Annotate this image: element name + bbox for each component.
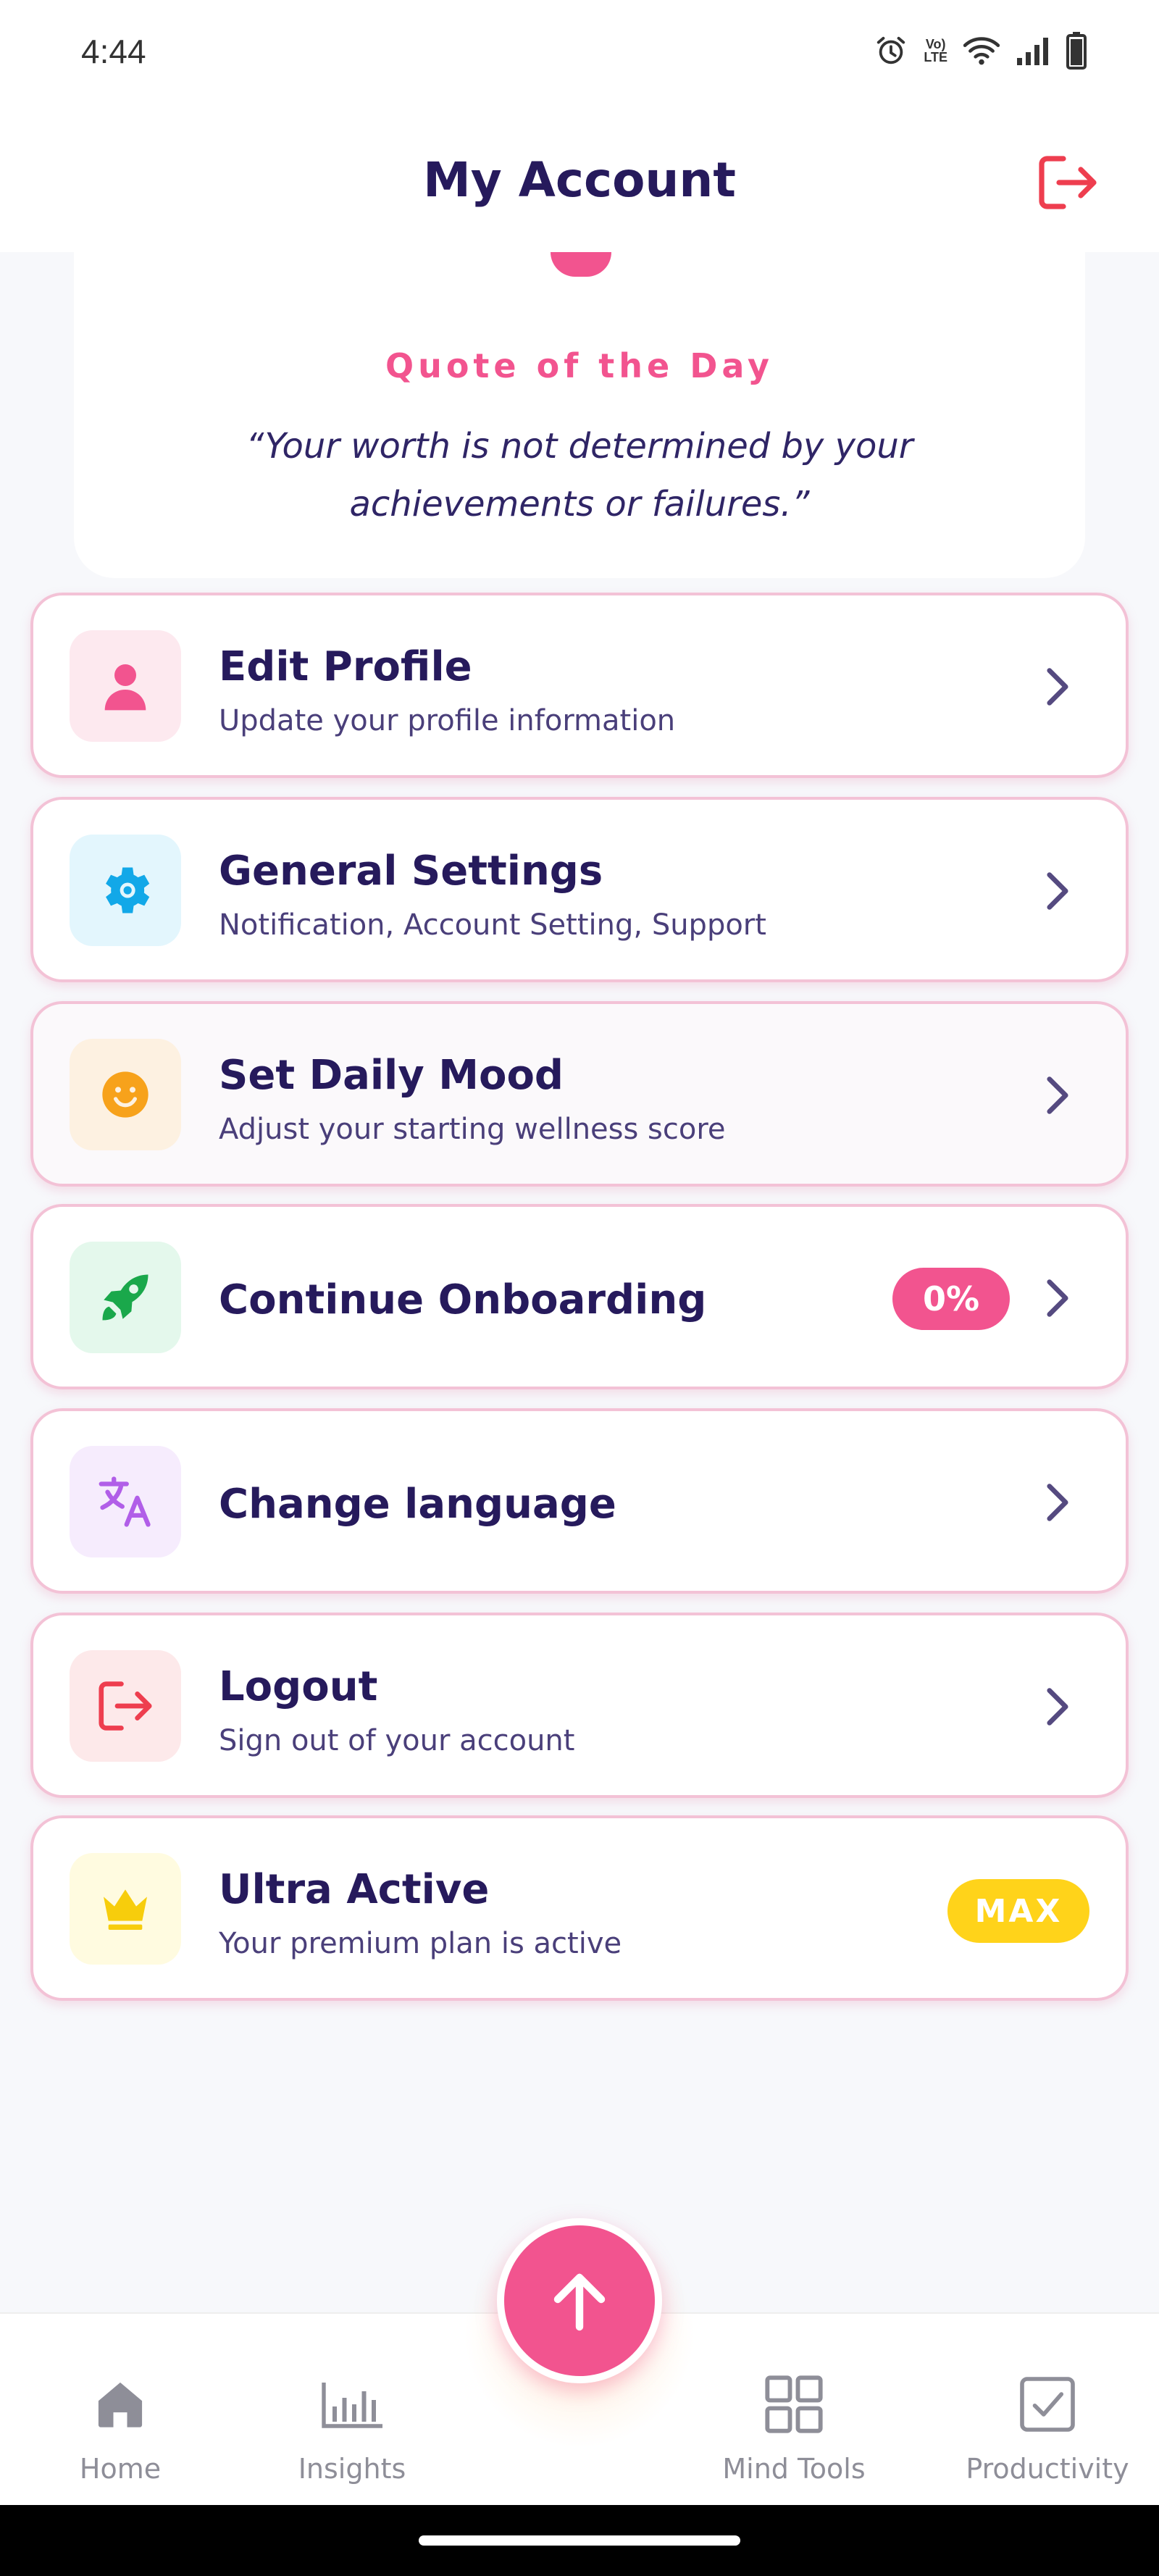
nav-item-mind-tools[interactable]: Mind Tools: [700, 2372, 888, 2495]
crown-icon: [104, 1889, 147, 1930]
menu-title: Change language: [219, 1481, 616, 1528]
system-navigation-bar: [0, 2505, 1159, 2576]
lte-label: LTE: [924, 50, 947, 64]
nav-label: Mind Tools: [722, 2453, 866, 2485]
menu-icon-box: [70, 630, 181, 742]
page-title: My Account: [423, 152, 736, 208]
status-icons: Vo) LTE: [874, 29, 1087, 72]
quote-card: Quote of the Day “Your worth is not dete…: [74, 252, 1085, 578]
nav-item-productivity[interactable]: Productivity: [953, 2372, 1142, 2495]
signal-icon: [1016, 34, 1050, 67]
chevron-right-icon: [1036, 1074, 1079, 1117]
menu-icon-box: [70, 1650, 181, 1762]
chevron-right-icon: [1036, 665, 1079, 708]
logout-icon: [99, 1681, 152, 1731]
menu-item-set-daily-mood[interactable]: Set Daily Mood Adjust your starting well…: [30, 1001, 1129, 1187]
logout-icon: [1039, 156, 1097, 209]
user-icon: [104, 664, 146, 711]
menu-item-continue-onboarding[interactable]: Continue Onboarding 0%: [30, 1204, 1129, 1389]
menu-item-change-language[interactable]: Change language: [30, 1408, 1129, 1594]
menu-subtitle: Sign out of your account: [219, 1724, 575, 1757]
header-logout-button[interactable]: [1034, 149, 1101, 216]
arrow-up-icon: [553, 2273, 606, 2331]
menu-icon-box: [70, 1039, 181, 1150]
menu-title: Set Daily Mood: [219, 1052, 564, 1099]
menu-title: Continue Onboarding: [219, 1276, 707, 1323]
battery-icon: [1066, 31, 1087, 70]
nav-item-insights[interactable]: Insights: [258, 2372, 446, 2495]
smiley-icon: [102, 1071, 148, 1118]
nav-label: Productivity: [966, 2453, 1129, 2485]
menu-subtitle: Your premium plan is active: [219, 1927, 622, 1960]
chevron-right-icon: [1036, 1685, 1079, 1728]
status-time: 4:44: [81, 33, 146, 70]
menu-subtitle: Update your profile information: [219, 704, 676, 737]
menu-title: Ultra Active: [219, 1866, 490, 1913]
app-header: My Account: [0, 109, 1159, 252]
chevron-right-icon: [1036, 1276, 1079, 1320]
menu-item-edit-profile[interactable]: Edit Profile Update your profile informa…: [30, 593, 1129, 778]
menu-item-logout[interactable]: Logout Sign out of your account: [30, 1613, 1129, 1798]
plan-badge: MAX: [947, 1879, 1089, 1943]
menu-icon-box: [70, 1853, 181, 1965]
checkbox-icon: [1015, 2372, 1080, 2437]
rocket-icon: [102, 1274, 148, 1321]
bar-chart-icon: [319, 2372, 385, 2437]
alarm-icon: [874, 34, 908, 67]
nav-item-home[interactable]: Home: [26, 2372, 214, 2495]
home-gesture-handle[interactable]: [419, 2535, 740, 2546]
menu-title: Logout: [219, 1663, 378, 1710]
quote-text: “Your worth is not determined by your ac…: [246, 426, 913, 524]
status-bar: 4:44 Vo) LTE: [0, 0, 1159, 109]
translate-icon: [99, 1476, 151, 1527]
grid-icon: [761, 2372, 827, 2437]
gear-icon: [106, 867, 150, 913]
nav-label: Insights: [298, 2453, 406, 2485]
chevron-right-icon: [1036, 869, 1079, 913]
chevron-right-icon: [1036, 1481, 1079, 1524]
quote-heading: Quote of the Day: [385, 346, 774, 385]
home-icon: [88, 2372, 153, 2437]
progress-badge: 0%: [892, 1268, 1010, 1330]
wifi-icon: [963, 34, 1000, 67]
menu-item-ultra-active[interactable]: Ultra Active Your premium plan is active…: [30, 1815, 1129, 2001]
nav-label: Home: [79, 2453, 162, 2485]
menu-subtitle: Adjust your starting wellness score: [219, 1113, 726, 1146]
menu-item-general-settings[interactable]: General Settings Notification, Account S…: [30, 797, 1129, 982]
menu-title: Edit Profile: [219, 643, 472, 690]
menu-title: General Settings: [219, 848, 603, 895]
scroll-up-button[interactable]: [497, 2218, 662, 2383]
volte-icon: Vo) LTE: [924, 38, 947, 64]
volte-label: Vo): [925, 37, 946, 51]
menu-icon-box: [70, 835, 181, 946]
menu-icon-box: [70, 1446, 181, 1557]
menu-icon-box: [70, 1242, 181, 1353]
menu-subtitle: Notification, Account Setting, Support: [219, 908, 766, 942]
